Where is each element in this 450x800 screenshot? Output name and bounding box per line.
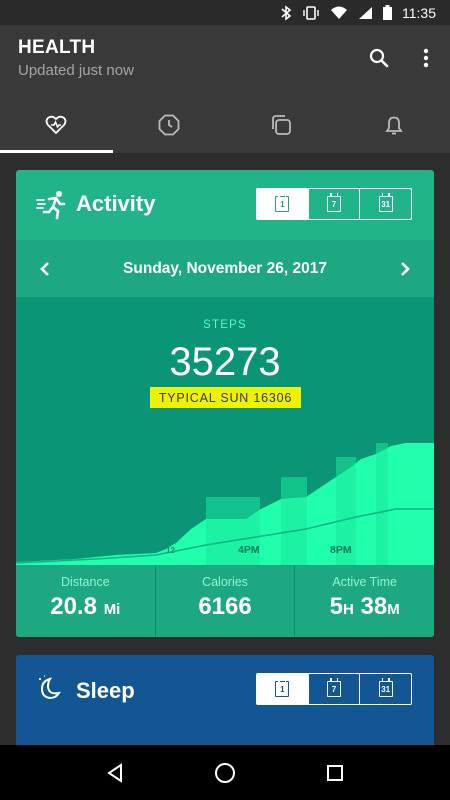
overflow-menu-button[interactable] bbox=[411, 43, 441, 73]
axis-label-4pm: 4PM bbox=[238, 544, 260, 556]
steps-chart-graph: 12 4PM 8PM bbox=[16, 443, 434, 565]
search-icon bbox=[369, 48, 389, 68]
more-vert-icon bbox=[423, 48, 429, 68]
status-bar: 11:35 bbox=[0, 0, 450, 25]
chevron-left-icon bbox=[40, 262, 49, 276]
range-week-button[interactable]: 7 bbox=[307, 674, 360, 704]
axis-label-noon: 12 bbox=[166, 546, 175, 555]
back-triangle-icon bbox=[107, 762, 122, 783]
activity-range-toggle: 1 7 31 bbox=[256, 188, 412, 220]
distance-value: 20.8 Mi bbox=[50, 593, 121, 620]
date-label: Sunday, November 26, 2017 bbox=[123, 259, 327, 277]
bluetooth-icon bbox=[280, 4, 292, 21]
app-bar: HEALTH Updated just now bbox=[0, 25, 450, 97]
recents-button[interactable] bbox=[315, 753, 355, 793]
calendar-month-icon: 31 bbox=[378, 193, 393, 212]
home-button[interactable] bbox=[205, 753, 245, 793]
status-time: 11:35 bbox=[402, 4, 436, 21]
calendar-day-icon: 1 bbox=[275, 193, 290, 212]
next-day-button[interactable] bbox=[390, 254, 420, 284]
running-person-icon bbox=[36, 190, 68, 220]
distance-label: Distance bbox=[61, 575, 110, 589]
calendar-day-icon: 1 bbox=[275, 678, 290, 697]
heart-pulse-icon bbox=[45, 115, 67, 135]
typical-steps-badge: TYPICAL SUN 16306 bbox=[150, 387, 301, 408]
calendar-week-icon: 7 bbox=[327, 193, 341, 212]
home-circle-icon bbox=[215, 762, 235, 783]
chevron-right-icon bbox=[401, 262, 410, 276]
active-time-stat[interactable]: Active Time 5H 38M bbox=[294, 565, 434, 637]
sleep-title: Sleep bbox=[76, 678, 135, 703]
app-subtitle: Updated just now bbox=[18, 62, 134, 79]
activity-title: Activity bbox=[76, 191, 156, 216]
copy-icon bbox=[272, 115, 292, 135]
calendar-week-icon: 7 bbox=[327, 678, 341, 697]
tab-bar bbox=[0, 97, 450, 153]
tab-activity[interactable] bbox=[0, 97, 113, 153]
clock-icon bbox=[158, 114, 180, 136]
steps-count: 35273 bbox=[169, 340, 281, 384]
sleep-card-header: Sleep 1 7 31 bbox=[16, 655, 434, 725]
calories-stat[interactable]: Calories 6166 bbox=[154, 565, 295, 637]
calendar-month-icon: 31 bbox=[378, 678, 393, 697]
back-button[interactable] bbox=[95, 753, 135, 793]
chart-column bbox=[281, 477, 307, 565]
range-month-button[interactable]: 31 bbox=[359, 189, 411, 219]
steps-chart: 12 4PM 8PM STEPS 35273 TYPICAL SUN 16306 bbox=[16, 297, 434, 565]
previous-day-button[interactable] bbox=[30, 254, 60, 284]
activity-stats: Distance 20.8 Mi Calories 6166 Active Ti… bbox=[16, 565, 434, 637]
range-month-button[interactable]: 31 bbox=[359, 674, 411, 704]
sleep-card: Sleep 1 7 31 bbox=[16, 655, 434, 755]
calories-value: 6166 bbox=[198, 593, 252, 620]
recents-square-icon bbox=[327, 764, 343, 781]
cell-signal-icon bbox=[358, 6, 373, 20]
axis-label-8pm: 8PM bbox=[330, 544, 352, 556]
wifi-icon bbox=[330, 6, 348, 20]
battery-icon bbox=[383, 5, 392, 20]
bell-icon bbox=[385, 116, 403, 135]
search-button[interactable] bbox=[364, 43, 394, 73]
active-time-value: 5H 38M bbox=[329, 593, 400, 620]
activity-card-header: Activity 1 7 31 bbox=[16, 170, 434, 240]
steps-label: STEPS bbox=[203, 319, 247, 331]
calories-label: Calories bbox=[202, 575, 248, 589]
tab-notifications[interactable] bbox=[338, 97, 450, 153]
range-week-button[interactable]: 7 bbox=[307, 189, 360, 219]
vibrate-icon bbox=[302, 5, 320, 20]
distance-stat[interactable]: Distance 20.8 Mi bbox=[16, 565, 155, 637]
sleep-range-toggle: 1 7 31 bbox=[256, 673, 412, 705]
date-navigator: Sunday, November 26, 2017 bbox=[16, 240, 434, 297]
tab-history[interactable] bbox=[113, 97, 226, 153]
range-day-button[interactable]: 1 bbox=[257, 674, 308, 704]
activity-card: Activity 1 7 31 Sunday, November 26, 201… bbox=[16, 170, 434, 637]
navigation-bar bbox=[0, 745, 450, 800]
app-title: HEALTH bbox=[18, 37, 96, 58]
active-time-label: Active Time bbox=[332, 575, 397, 589]
range-day-button[interactable]: 1 bbox=[257, 189, 308, 219]
tab-devices[interactable] bbox=[225, 97, 338, 153]
moon-icon bbox=[36, 675, 68, 705]
chart-column bbox=[376, 443, 388, 565]
